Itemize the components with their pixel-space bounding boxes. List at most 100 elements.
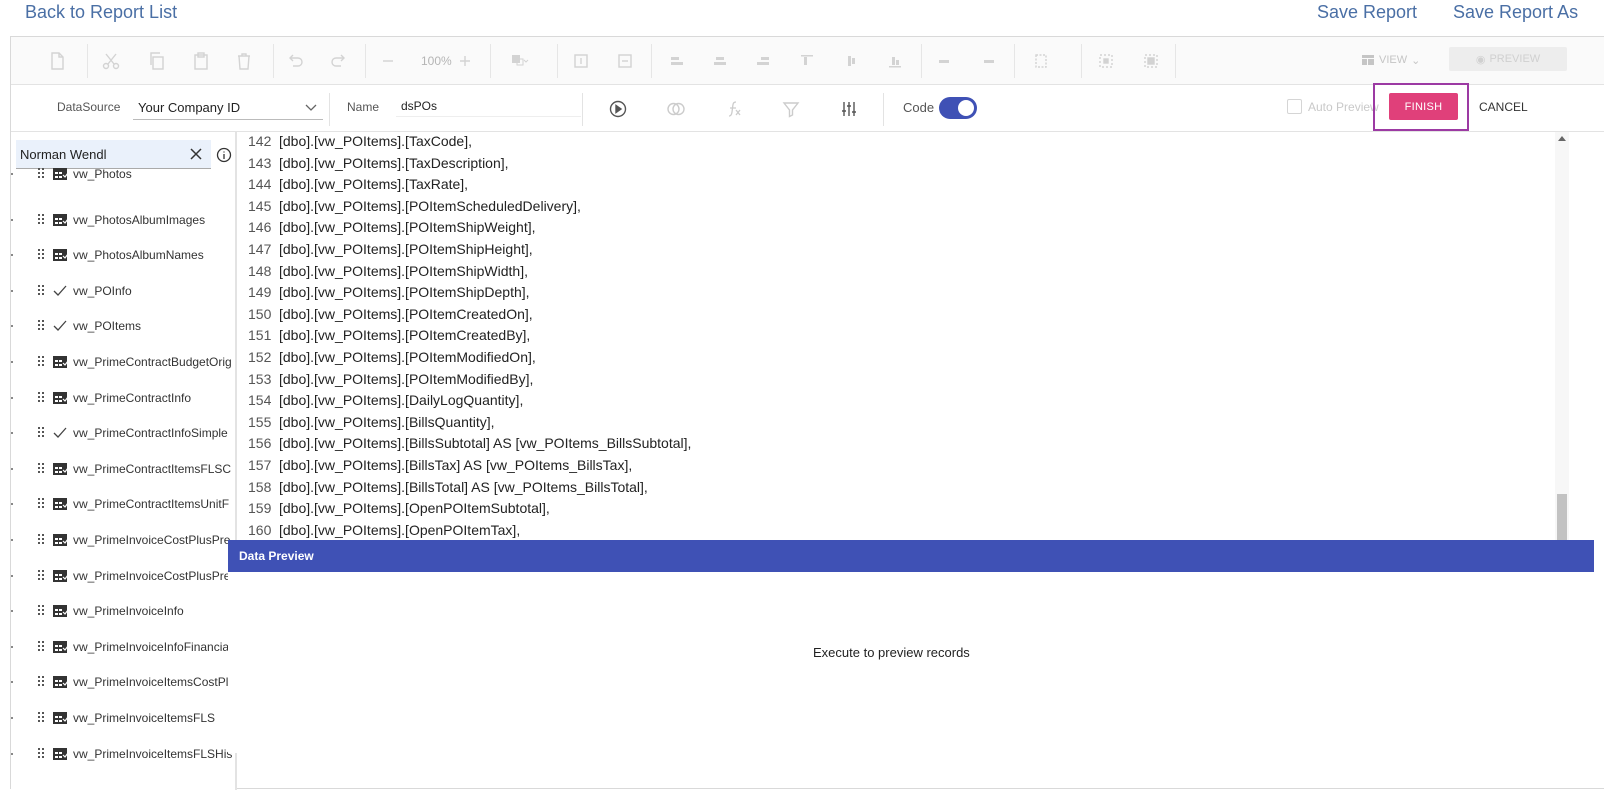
align-bottom-icon[interactable]	[885, 51, 905, 71]
tree-item[interactable]: vw_Photos	[11, 164, 235, 186]
drag-handle-icon[interactable]	[38, 213, 46, 227]
view-icon	[1362, 55, 1374, 65]
tree-item-label: vw_POInfo	[73, 283, 132, 298]
drag-handle-icon[interactable]	[38, 604, 46, 618]
cancel-button[interactable]: CANCEL	[1473, 93, 1533, 120]
preview-button[interactable]: ◉ PREVIEW	[1449, 47, 1567, 71]
delete-icon[interactable]	[234, 51, 254, 71]
align-middle-icon[interactable]	[841, 51, 861, 71]
scroll-up-icon[interactable]	[1558, 136, 1566, 141]
code-toggle[interactable]	[939, 97, 977, 119]
preview-label: PREVIEW	[1489, 53, 1541, 65]
tree-item[interactable]: vw_PrimeContractInfo	[11, 388, 235, 410]
drag-handle-icon[interactable]	[38, 462, 46, 476]
tree-item[interactable]: vw_PhotosAlbumNames	[11, 245, 235, 267]
undo-icon[interactable]	[285, 51, 305, 71]
filter-icon[interactable]	[781, 99, 801, 119]
table-icon	[53, 747, 68, 760]
drag-handle-icon[interactable]	[38, 319, 46, 333]
tree-item[interactable]: vw_PrimeInvoiceCostPlusPre	[11, 566, 235, 588]
function-icon[interactable]	[724, 99, 744, 119]
drag-handle-icon[interactable]	[38, 426, 46, 440]
table-icon	[53, 356, 68, 368]
vertical-scrollbar[interactable]	[1555, 132, 1569, 562]
tree-item[interactable]: vw_PrimeContractItemsUnitF	[11, 494, 235, 516]
tree-item[interactable]: vw_PrimeInvoiceItemsFLS	[11, 708, 235, 730]
back-to-report-list-link[interactable]: Back to Report List	[25, 2, 177, 23]
tree-bullet	[11, 254, 13, 257]
line-number: 147	[248, 241, 272, 257]
drag-handle-icon[interactable]	[38, 391, 46, 405]
line-number: 150	[248, 305, 272, 322]
sql-code-editor[interactable]: 142 [dbo].[vw_POItems].[TaxCode], 143 [dbo]…	[239, 132, 1569, 576]
tree-item-label: vw_PrimeInvoiceInfoFinancia	[73, 639, 230, 654]
drag-handle-icon[interactable]	[38, 675, 46, 689]
tree-item[interactable]: vw_POInfo	[11, 281, 235, 303]
tree-item[interactable]: vw_PrimeInvoiceItemsCostPl	[11, 672, 235, 694]
close-icon[interactable]	[188, 146, 204, 162]
execute-button[interactable]	[608, 99, 628, 119]
arrange-icon[interactable]	[509, 51, 529, 71]
tree-item[interactable]: vw_PrimeContractInfoSimple	[11, 423, 235, 445]
check-icon	[53, 320, 67, 332]
view-menu-button[interactable]: VIEW ⌄	[1361, 53, 1420, 67]
save-report-link[interactable]: Save Report	[1317, 2, 1417, 23]
datasource-select[interactable]: Your Company ID	[133, 95, 323, 120]
align-right-icon[interactable]	[753, 51, 773, 71]
line-text: [dbo].[vw_POItems].[POItemModifiedOn],	[279, 349, 536, 365]
save-report-as-link[interactable]: Save Report As	[1453, 2, 1578, 23]
drag-handle-icon[interactable]	[38, 640, 46, 654]
drag-handle-icon[interactable]	[38, 533, 46, 547]
tree-item[interactable]: vw_PrimeInvoiceCostPlusPre	[11, 530, 235, 552]
tree-bullet	[11, 681, 13, 684]
tree-item[interactable]: vw_PrimeInvoiceItemsFLSHis	[11, 744, 235, 766]
data-preview-header: Data Preview	[228, 540, 1594, 572]
tree-item[interactable]: vw_PrimeContractBudgetOrig	[11, 352, 235, 374]
search-input[interactable]	[18, 143, 178, 165]
data-preview-body: Execute to preview records	[228, 572, 1594, 753]
finish-button[interactable]: FINISH	[1389, 93, 1458, 120]
redo-icon[interactable]	[329, 51, 349, 71]
cut-icon[interactable]	[101, 51, 121, 71]
select-frame-icon[interactable]	[1096, 51, 1116, 71]
join-icon[interactable]	[666, 99, 686, 119]
drag-handle-icon[interactable]	[38, 355, 46, 369]
table-icon	[53, 605, 68, 618]
insert-row-below-icon[interactable]	[615, 51, 635, 71]
table-icon	[53, 534, 68, 546]
drag-handle-icon[interactable]	[38, 497, 46, 511]
tree-item[interactable]: vw_PrimeInvoiceInfo	[11, 601, 235, 623]
tree-bullet	[11, 325, 13, 328]
copy-icon[interactable]	[147, 51, 167, 71]
tree-item[interactable]: vw_PhotosAlbumImages	[11, 210, 235, 232]
fit-frame-icon[interactable]	[1141, 51, 1161, 71]
tree-item[interactable]: vw_POItems	[11, 316, 235, 338]
drag-handle-icon[interactable]	[38, 569, 46, 583]
drag-handle-icon[interactable]	[38, 167, 46, 181]
new-document-icon[interactable]	[47, 51, 67, 71]
drag-handle-icon[interactable]	[38, 284, 46, 298]
name-field[interactable]	[396, 95, 581, 117]
space-vertical-icon[interactable]	[934, 51, 954, 71]
insert-row-above-icon[interactable]	[571, 51, 591, 71]
align-top-icon[interactable]	[797, 51, 817, 71]
drag-handle-icon[interactable]	[38, 711, 46, 725]
drag-handle-icon[interactable]	[38, 248, 46, 262]
info-icon[interactable]	[216, 147, 232, 163]
align-center-icon[interactable]	[710, 51, 730, 71]
drag-handle-icon[interactable]	[38, 747, 46, 761]
space-horizontal-icon[interactable]	[979, 51, 999, 71]
tree-item[interactable]: vw_PrimeInvoiceInfoFinancia	[11, 637, 235, 659]
align-left-icon[interactable]	[667, 51, 687, 71]
paste-icon[interactable]	[191, 51, 211, 71]
zoom-out-icon[interactable]	[378, 51, 398, 71]
line-text: [dbo].[vw_POItems].[POItemCreatedOn],	[279, 305, 533, 322]
tree-bullet	[11, 610, 13, 613]
parameters-button[interactable]	[839, 99, 859, 119]
vertical-scroll-thumb[interactable]	[1557, 494, 1567, 546]
tree-item[interactable]: vw_PrimeContractItemsFLSC	[11, 459, 235, 481]
zoom-in-icon[interactable]	[455, 51, 475, 71]
tree-bullet	[11, 218, 13, 221]
grid-layout-icon[interactable]	[1033, 51, 1053, 71]
auto-preview-checkbox[interactable]: Auto Preview	[1287, 99, 1379, 114]
